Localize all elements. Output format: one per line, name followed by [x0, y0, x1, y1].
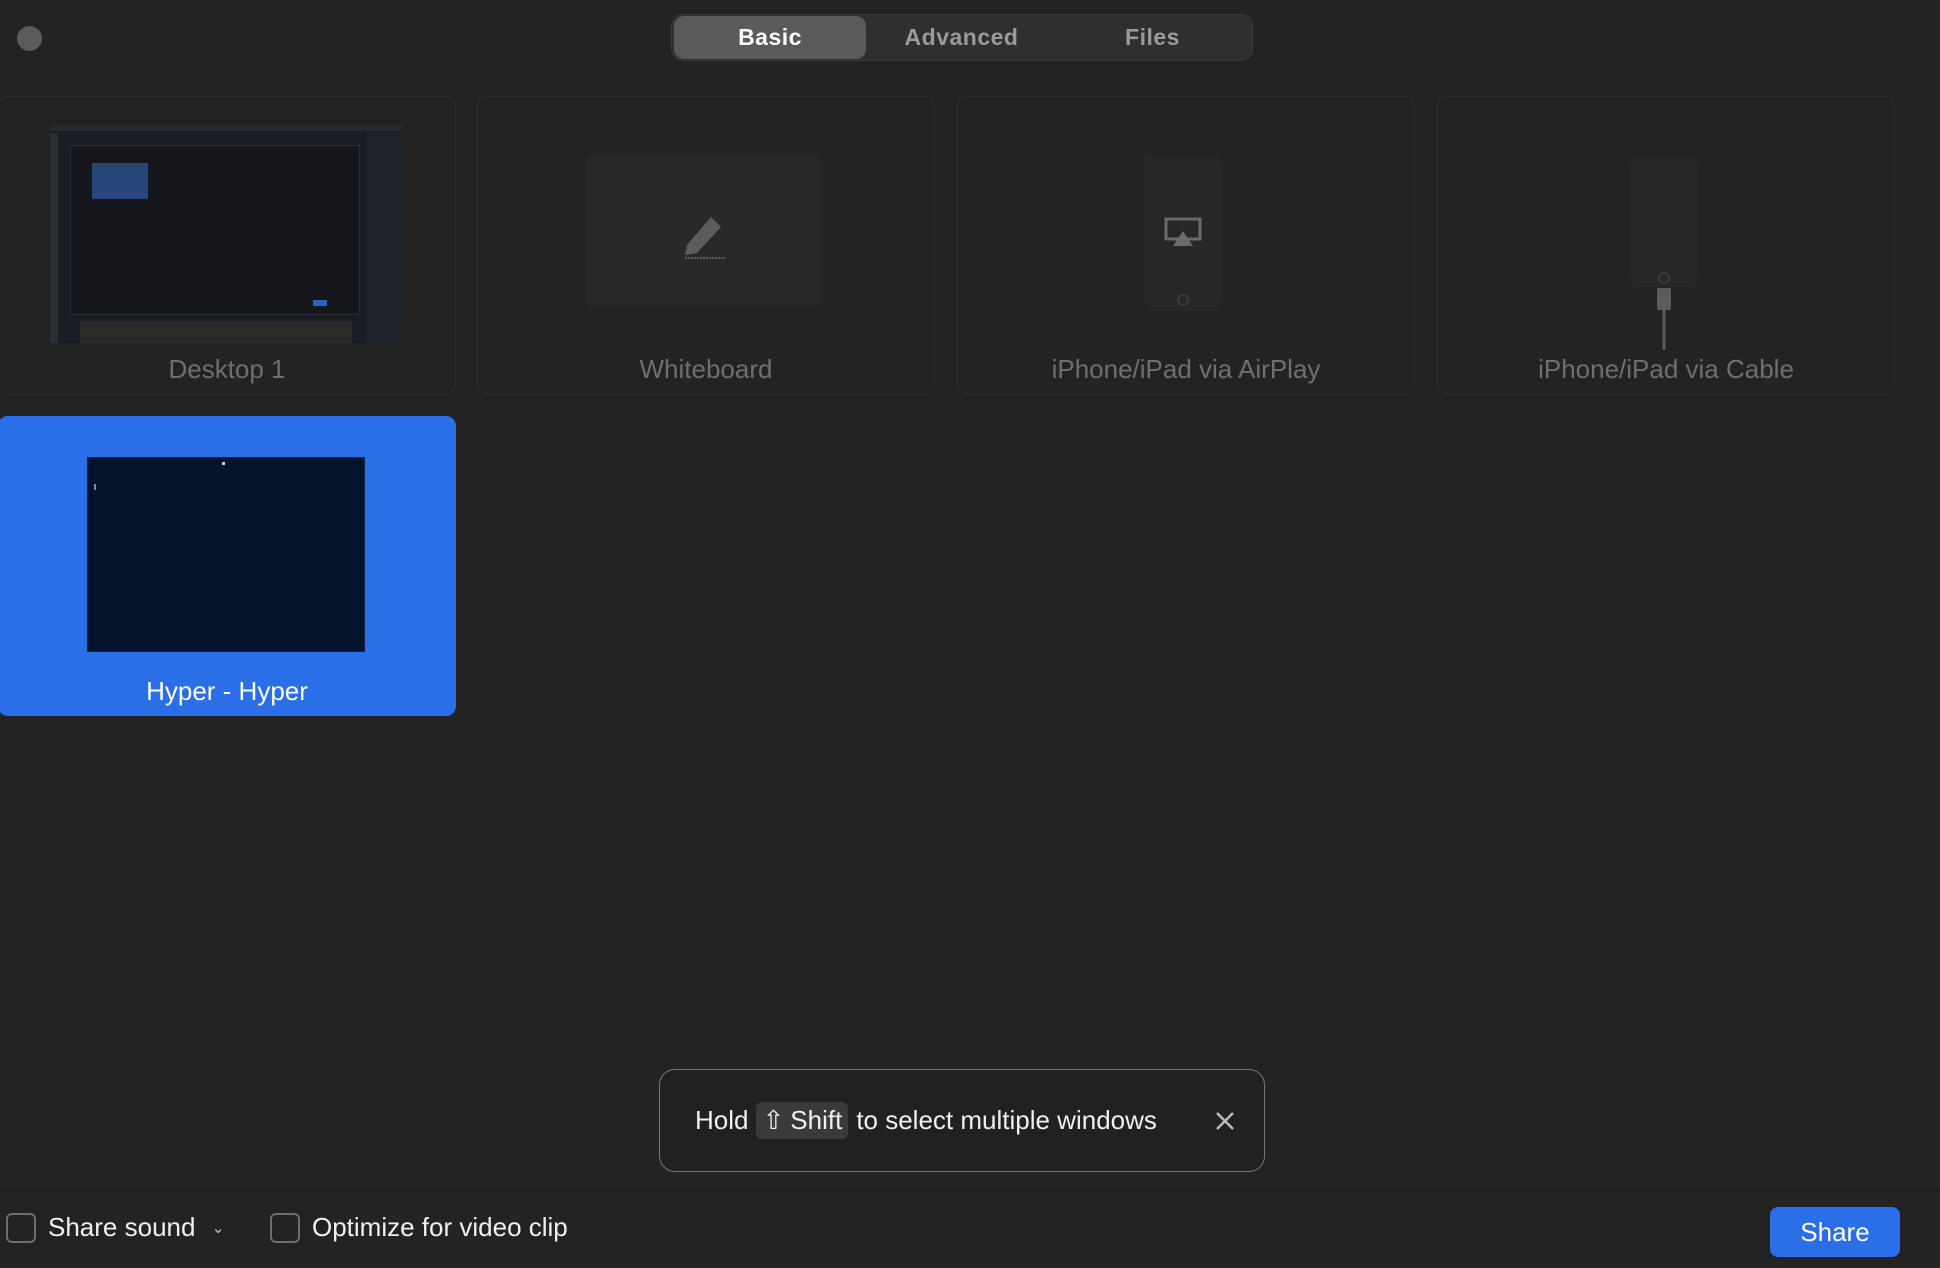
- cable-icon: [1657, 272, 1671, 350]
- share-screen-window: Basic Advanced Files Desktop 1 Whiteboar…: [0, 0, 1940, 1268]
- share-sound-checkbox[interactable]: [6, 1212, 36, 1243]
- source-tile-whiteboard[interactable]: Whiteboard: [477, 96, 935, 394]
- footer-divider: [0, 1190, 1940, 1191]
- multi-select-hint: Hold ⇧ Shift to select multiple windows: [659, 1069, 1265, 1172]
- source-label-cable: iPhone/iPad via Cable: [1538, 354, 1794, 384]
- optimize-video-checkbox[interactable]: [270, 1212, 300, 1243]
- share-sound-label[interactable]: Share sound: [48, 1212, 195, 1243]
- source-tile-desktop[interactable]: Desktop 1: [0, 96, 456, 394]
- window-thumbnail: [87, 457, 365, 652]
- shift-key-label: Shift: [790, 1105, 843, 1135]
- source-tile-cable[interactable]: iPhone/iPad via Cable: [1437, 96, 1895, 394]
- desktop-thumbnail: [50, 125, 402, 343]
- window-close-dot[interactable]: [17, 26, 42, 51]
- hint-prefix: Hold: [695, 1105, 749, 1135]
- chevron-down-icon[interactable]: ⌄: [211, 1218, 224, 1238]
- window-tile-hyper[interactable]: Hyper - Hyper: [0, 416, 456, 716]
- airplay-icon: [1164, 217, 1202, 246]
- close-icon[interactable]: [1210, 1106, 1240, 1136]
- source-label-desktop: Desktop 1: [168, 354, 286, 384]
- source-label-whiteboard: Whiteboard: [639, 354, 773, 384]
- optimize-video-option: Optimize for video clip: [270, 1212, 568, 1243]
- window-label-hyper: Hyper - Hyper: [146, 676, 308, 706]
- tab-advanced[interactable]: Advanced: [866, 16, 1057, 59]
- optimize-video-label[interactable]: Optimize for video clip: [312, 1212, 568, 1243]
- tab-files[interactable]: Files: [1057, 16, 1248, 59]
- marker-pen-icon: [685, 217, 725, 259]
- phone-outline: [1630, 155, 1698, 287]
- shift-key-badge: ⇧ Shift: [756, 1102, 849, 1139]
- source-label-airplay: iPhone/iPad via AirPlay: [1051, 354, 1321, 384]
- source-tile-airplay[interactable]: iPhone/iPad via AirPlay: [957, 96, 1415, 394]
- home-button-icon: [1177, 294, 1189, 306]
- hint-suffix: to select multiple windows: [856, 1105, 1157, 1135]
- tab-bar: Basic Advanced Files: [671, 14, 1253, 61]
- share-sound-option: Share sound ⌄: [6, 1212, 225, 1243]
- tab-basic[interactable]: Basic: [674, 16, 866, 59]
- shift-icon: ⇧: [762, 1105, 785, 1135]
- share-button[interactable]: Share: [1770, 1207, 1900, 1257]
